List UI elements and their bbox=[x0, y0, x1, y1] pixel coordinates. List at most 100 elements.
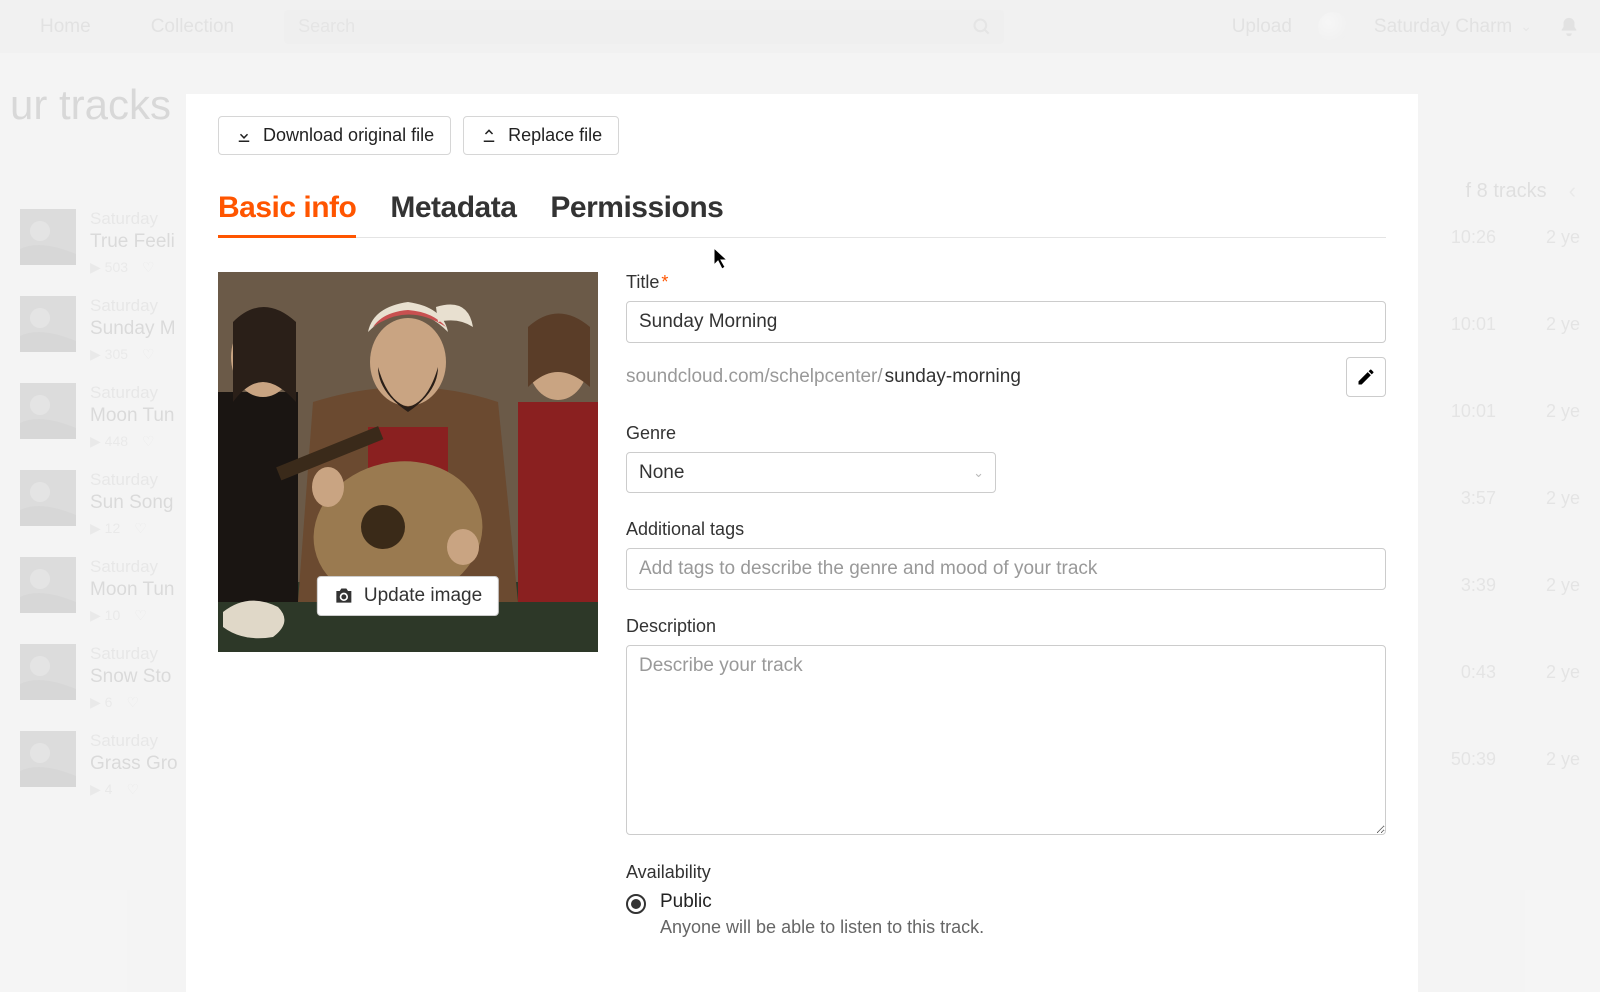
description-row: Description bbox=[626, 616, 1386, 840]
play-count: ▶ 448 bbox=[90, 433, 128, 450]
permalink-slug: sunday-morning bbox=[885, 366, 1021, 388]
nav-collection[interactable]: Collection bbox=[151, 16, 234, 38]
search-icon bbox=[972, 17, 992, 37]
genre-select[interactable]: None bbox=[626, 452, 996, 493]
track-duration: 3:39 bbox=[1461, 575, 1496, 596]
track-age: 2 ye bbox=[1546, 227, 1580, 248]
availability-public-option[interactable]: Public Anyone will be able to listen to … bbox=[626, 891, 1386, 938]
tab-basic-info[interactable]: Basic info bbox=[218, 191, 356, 238]
permalink-prefix: soundcloud.com/schelpcenter/ bbox=[626, 366, 883, 388]
track-duration: 10:26 bbox=[1451, 227, 1496, 248]
fields-column: Title* soundcloud.com/schelpcenter/ sund… bbox=[626, 272, 1386, 938]
chevron-down-icon: ⌄ bbox=[1520, 18, 1532, 35]
track-age: 2 ye bbox=[1546, 749, 1580, 770]
radio-public-desc: Anyone will be able to listen to this tr… bbox=[660, 917, 984, 938]
user-menu[interactable]: Saturday Charm ⌄ bbox=[1374, 16, 1532, 38]
availability-label: Availability bbox=[626, 862, 1386, 883]
pager-prev[interactable]: ‹ bbox=[1565, 178, 1580, 204]
play-count: ▶ 12 bbox=[90, 520, 120, 537]
track-meta: 10:26 2 ye bbox=[1451, 209, 1580, 248]
download-original-label: Download original file bbox=[263, 125, 434, 146]
like-icon: ♡ bbox=[142, 433, 155, 450]
like-icon: ♡ bbox=[142, 346, 155, 363]
track-thumb bbox=[20, 470, 76, 526]
camera-icon bbox=[334, 586, 354, 606]
tags-input[interactable] bbox=[626, 548, 1386, 590]
tags-label: Additional tags bbox=[626, 519, 1386, 540]
search-input[interactable] bbox=[284, 10, 1004, 44]
track-age: 2 ye bbox=[1546, 662, 1580, 683]
like-icon: ♡ bbox=[134, 607, 147, 624]
tab-permissions[interactable]: Permissions bbox=[550, 191, 723, 237]
bell-icon[interactable] bbox=[1558, 16, 1580, 38]
tags-row: Additional tags bbox=[626, 519, 1386, 590]
track-duration: 10:01 bbox=[1451, 401, 1496, 422]
file-actions: Download original file Replace file bbox=[218, 116, 1386, 155]
track-count-text: f 8 tracks bbox=[1466, 180, 1547, 203]
genre-select-wrap: None ⌄ bbox=[626, 452, 996, 493]
nav-home[interactable]: Home bbox=[40, 16, 91, 38]
update-image-label: Update image bbox=[364, 585, 482, 607]
tab-metadata[interactable]: Metadata bbox=[390, 191, 516, 237]
description-textarea[interactable] bbox=[626, 645, 1386, 835]
replace-file-button[interactable]: Replace file bbox=[463, 116, 619, 155]
track-meta: 50:39 2 ye bbox=[1451, 731, 1580, 770]
radio-public-text: Public Anyone will be able to listen to … bbox=[660, 891, 984, 938]
permalink-row: soundcloud.com/schelpcenter/ sunday-morn… bbox=[626, 357, 1386, 397]
play-count: ▶ 6 bbox=[90, 694, 112, 711]
track-thumb bbox=[20, 557, 76, 613]
pencil-icon bbox=[1356, 367, 1376, 387]
like-icon: ♡ bbox=[142, 259, 155, 276]
topbar-right: Upload Saturday Charm ⌄ bbox=[1232, 12, 1580, 42]
genre-row: Genre None ⌄ bbox=[626, 423, 1386, 493]
track-count-header: f 8 tracks ‹ bbox=[1466, 178, 1580, 204]
edit-permalink-button[interactable] bbox=[1346, 357, 1386, 397]
track-thumb bbox=[20, 731, 76, 787]
replace-file-label: Replace file bbox=[508, 125, 602, 146]
availability-row: Availability Public Anyone will be able … bbox=[626, 862, 1386, 938]
title-input[interactable] bbox=[626, 301, 1386, 343]
track-thumb bbox=[20, 209, 76, 265]
play-count: ▶ 10 bbox=[90, 607, 120, 624]
username-text: Saturday Charm bbox=[1374, 16, 1512, 38]
edit-track-modal: Download original file Replace file Basi… bbox=[186, 94, 1418, 992]
radio-public[interactable] bbox=[626, 894, 646, 914]
description-label: Description bbox=[626, 616, 1386, 637]
track-meta: 0:43 2 ye bbox=[1461, 644, 1580, 683]
track-thumb bbox=[20, 296, 76, 352]
play-count: ▶ 4 bbox=[90, 781, 112, 798]
track-duration: 10:01 bbox=[1451, 314, 1496, 335]
track-thumb bbox=[20, 383, 76, 439]
track-meta: 10:01 2 ye bbox=[1451, 296, 1580, 335]
radio-public-label: Public bbox=[660, 891, 984, 913]
track-duration: 3:57 bbox=[1461, 488, 1496, 509]
search-wrap bbox=[284, 10, 1004, 44]
like-icon: ♡ bbox=[126, 781, 139, 798]
track-duration: 0:43 bbox=[1461, 662, 1496, 683]
like-icon: ♡ bbox=[134, 520, 147, 537]
download-original-button[interactable]: Download original file bbox=[218, 116, 451, 155]
upload-link[interactable]: Upload bbox=[1232, 16, 1292, 38]
artwork-column: Update image bbox=[218, 272, 598, 938]
track-duration: 50:39 bbox=[1451, 749, 1496, 770]
track-age: 2 ye bbox=[1546, 401, 1580, 422]
required-indicator: * bbox=[661, 272, 668, 292]
track-thumb bbox=[20, 644, 76, 700]
topbar: Home Collection Upload Saturday Charm ⌄ bbox=[0, 0, 1600, 53]
form-body: Update image Title* soundcloud.com/schel… bbox=[218, 272, 1386, 938]
avatar[interactable] bbox=[1318, 12, 1348, 42]
track-age: 2 ye bbox=[1546, 314, 1580, 335]
genre-label: Genre bbox=[626, 423, 1386, 444]
track-meta: 3:392 ye bbox=[1461, 557, 1580, 596]
like-icon: ♡ bbox=[126, 694, 139, 711]
upload-icon bbox=[480, 127, 498, 145]
update-image-button[interactable]: Update image bbox=[317, 576, 499, 616]
title-label: Title* bbox=[626, 272, 1386, 293]
play-count: ▶ 305 bbox=[90, 346, 128, 363]
download-icon bbox=[235, 127, 253, 145]
play-count: ▶ 503 bbox=[90, 259, 128, 276]
track-meta: 10:01 2 ye bbox=[1451, 383, 1580, 422]
track-meta: 3:57 2 ye bbox=[1461, 470, 1580, 509]
track-age: 2 ye bbox=[1546, 488, 1580, 509]
tabs: Basic info Metadata Permissions bbox=[218, 191, 1386, 238]
